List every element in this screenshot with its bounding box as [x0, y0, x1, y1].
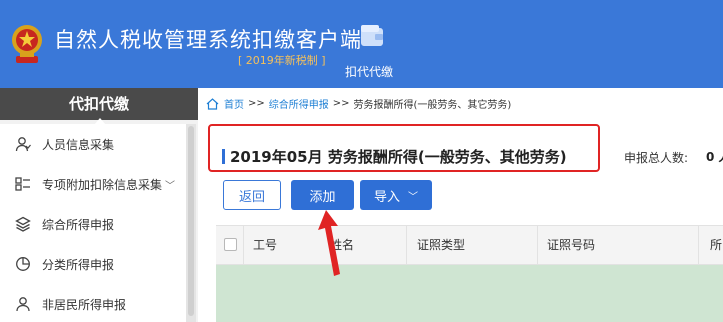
column-header-truncated[interactable]: 所 — [710, 226, 722, 264]
home-icon[interactable] — [206, 97, 219, 110]
annotation-arrow-icon — [318, 210, 340, 276]
add-button[interactable]: 添加 — [291, 180, 354, 210]
sidebar-scrollbar[interactable] — [186, 124, 196, 322]
declare-count-label: 申报总人数: — [624, 151, 689, 165]
sidebar-header: 代扣代缴 — [0, 88, 198, 125]
back-button[interactable]: 返回 — [223, 180, 281, 210]
sidebar-item-label: 综合所得申报 — [42, 217, 115, 232]
nav-withhold-label[interactable]: 扣代代缴 — [345, 63, 393, 80]
sidebar-item-special-deduction[interactable]: 专项附加扣除信息采集 ﹀ — [0, 164, 186, 204]
tax-emblem-icon — [12, 25, 42, 63]
scrollbar-thumb[interactable] — [188, 126, 194, 316]
breadcrumb-separator: >> — [332, 98, 350, 109]
sidebar-item-classified[interactable]: 分类所得申报 — [0, 244, 186, 284]
table-body — [216, 265, 723, 322]
page-title: 2019年05月 劳务报酬所得(一般劳务、其他劳务) — [230, 148, 567, 166]
column-header-id-type[interactable]: 证照类型 — [417, 226, 465, 264]
sidebar-item-comprehensive[interactable]: 综合所得申报 — [0, 204, 186, 244]
select-all-checkbox[interactable] — [224, 238, 237, 251]
sidebar-item-personnel[interactable]: 人员信息采集 — [0, 124, 186, 164]
chevron-down-icon: ﹀ — [408, 191, 418, 203]
breadcrumb-current: 劳务报酬所得(一般劳务、其它劳务) — [353, 100, 512, 111]
table-header: 工号 姓名 证照类型 证照号码 所 — [216, 225, 723, 265]
sidebar-header-label: 代扣代缴 — [68, 95, 129, 113]
column-divider — [406, 226, 407, 264]
column-divider — [537, 226, 538, 264]
import-button[interactable]: 导入 ﹀ — [360, 180, 432, 210]
pie-icon — [14, 255, 32, 273]
person-icon — [14, 135, 32, 153]
app-window: 自然人税收管理系统扣缴客户端 [ 2019年新税制 ] 扣代代缴 代扣代缴 人员… — [0, 0, 723, 322]
chevron-down-icon[interactable]: ﹀ — [165, 177, 175, 192]
sidebar-item-label: 专项附加扣除信息采集 — [42, 177, 163, 192]
column-header-id-number[interactable]: 证照号码 — [547, 226, 595, 264]
breadcrumb-comprehensive[interactable]: 综合所得申报 — [269, 96, 329, 111]
column-divider — [698, 226, 699, 264]
sidebar-item-label: 人员信息采集 — [42, 137, 115, 152]
user-icon — [14, 295, 32, 313]
breadcrumb: 首页 >> 综合所得申报 >> 劳务报酬所得(一般劳务、其它劳务) — [206, 96, 511, 111]
wallet-icon[interactable] — [358, 22, 386, 50]
sidebar-menu: 人员信息采集 专项附加扣除信息采集 ﹀ 综合所得申报 分类所得申报 非居民所得申… — [0, 124, 186, 322]
list-icon — [14, 175, 32, 193]
breadcrumb-separator: >> — [248, 98, 265, 109]
column-divider — [243, 226, 244, 264]
column-header-id[interactable]: 工号 — [253, 226, 277, 264]
layers-icon — [14, 215, 32, 233]
sidebar: 代扣代缴 人员信息采集 专项附加扣除信息采集 ﹀ 综合所得申报 分类所得申报 非… — [0, 88, 198, 322]
sidebar-item-label: 非居民所得申报 — [42, 297, 127, 312]
sidebar-item-label: 分类所得申报 — [42, 257, 115, 272]
app-header: 自然人税收管理系统扣缴客户端 [ 2019年新税制 ] 扣代代缴 — [0, 0, 723, 88]
main-content: 首页 >> 综合所得申报 >> 劳务报酬所得(一般劳务、其它劳务) 2019年0… — [198, 88, 723, 322]
sidebar-item-nonresident[interactable]: 非居民所得申报 — [0, 284, 186, 322]
declare-count-value: 0 人 — [706, 150, 723, 164]
breadcrumb-home[interactable]: 首页 — [224, 96, 244, 111]
app-title: 自然人税收管理系统扣缴客户端 — [54, 28, 362, 52]
app-subtitle: [ 2019年新税制 ] — [238, 54, 326, 67]
title-accent-bar — [222, 149, 225, 164]
import-button-label: 导入 — [373, 189, 400, 205]
